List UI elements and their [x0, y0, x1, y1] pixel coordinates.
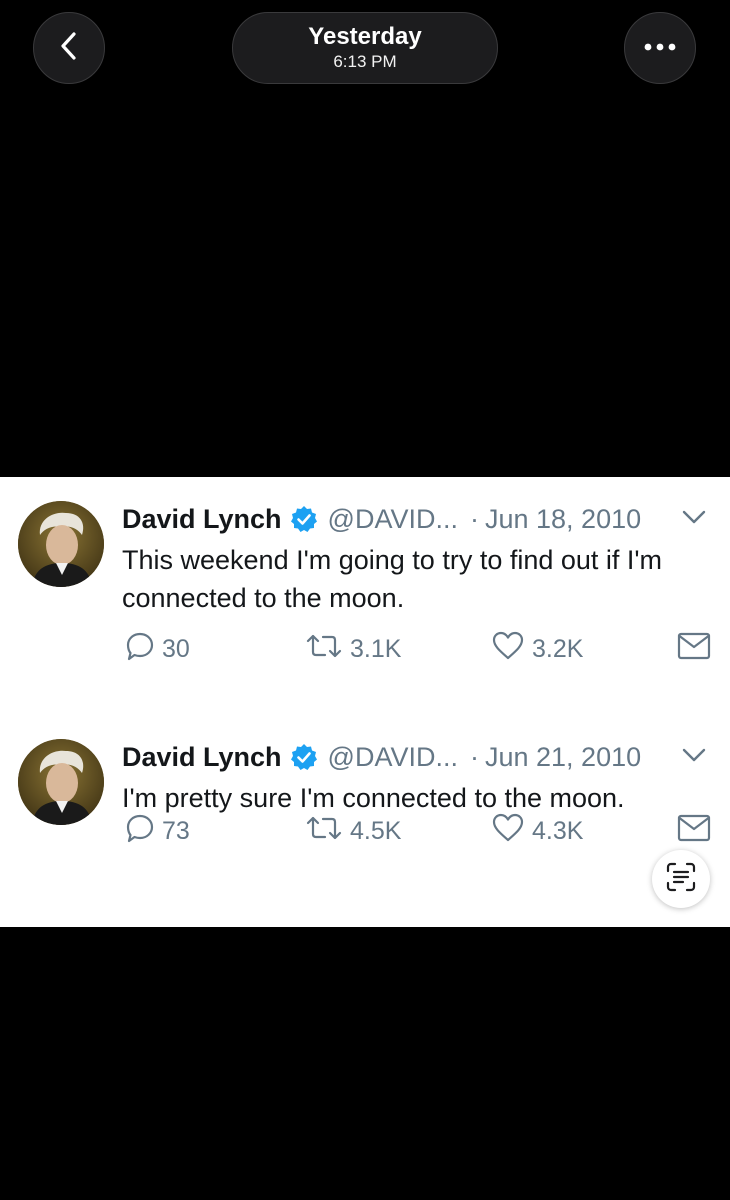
tweet-date[interactable]: Jun 21, 2010 [485, 742, 641, 773]
retweet-count: 4.5K [350, 816, 402, 845]
heart-icon [490, 630, 532, 669]
tweet-actions: 73 4.5K 4.3K [0, 811, 730, 851]
like-count: 3.2K [532, 634, 584, 663]
envelope-icon [676, 630, 718, 669]
tweet-actions: 30 3.1K 3.2K [0, 629, 730, 669]
author-handle[interactable]: @DAVID... [328, 504, 458, 535]
header-separator: · [469, 503, 479, 534]
reply-count: 73 [162, 816, 190, 845]
author-name[interactable]: David Lynch [122, 504, 282, 535]
share-button[interactable] [676, 811, 718, 851]
reply-count: 30 [162, 634, 190, 663]
more-button[interactable] [624, 12, 696, 84]
avatar [18, 501, 104, 587]
reply-icon [124, 812, 162, 851]
chevron-down-icon[interactable] [680, 745, 708, 770]
verified-badge-icon [290, 505, 318, 533]
share-button[interactable] [676, 629, 718, 669]
reply-button[interactable]: 30 [124, 629, 190, 669]
tweet-header: David Lynch @DAVID... · Jun 21, 2010 [122, 739, 641, 775]
envelope-icon [676, 812, 718, 851]
tweet-text: This weekend I'm going to try to find ou… [122, 545, 663, 613]
live-text-button[interactable] [652, 850, 710, 908]
reply-button[interactable]: 73 [124, 811, 190, 851]
reply-icon [124, 630, 162, 669]
tweet-header: David Lynch @DAVID... · Jun 18, 2010 [122, 501, 641, 537]
ellipsis-icon [642, 39, 678, 57]
retweet-button[interactable]: 4.5K [304, 811, 401, 851]
chevron-down-icon[interactable] [680, 507, 708, 532]
page-subtitle-time: 6:13 PM [333, 52, 397, 71]
tweet-date[interactable]: Jun 18, 2010 [485, 504, 641, 535]
retweet-icon [304, 630, 350, 669]
page-title: Yesterday [308, 23, 422, 50]
title-pill: Yesterday 6:13 PM [232, 12, 498, 84]
header-separator: · [469, 741, 479, 772]
like-count: 4.3K [532, 816, 584, 845]
retweet-button[interactable]: 3.1K [304, 629, 401, 669]
like-button[interactable]: 4.3K [490, 811, 583, 851]
like-button[interactable]: 3.2K [490, 629, 583, 669]
retweet-icon [304, 812, 350, 851]
chevron-left-icon [57, 30, 81, 67]
retweet-count: 3.1K [350, 634, 402, 663]
back-button[interactable] [33, 12, 105, 84]
top-bar: Yesterday 6:13 PM [0, 0, 730, 100]
heart-icon [490, 812, 532, 851]
verified-badge-icon [290, 743, 318, 771]
photo-content: David Lynch @DAVID... · Jun 18, 2010 Thi… [0, 477, 730, 927]
live-text-icon [665, 861, 697, 898]
author-handle[interactable]: @DAVID... [328, 742, 458, 773]
author-name[interactable]: David Lynch [122, 742, 282, 773]
